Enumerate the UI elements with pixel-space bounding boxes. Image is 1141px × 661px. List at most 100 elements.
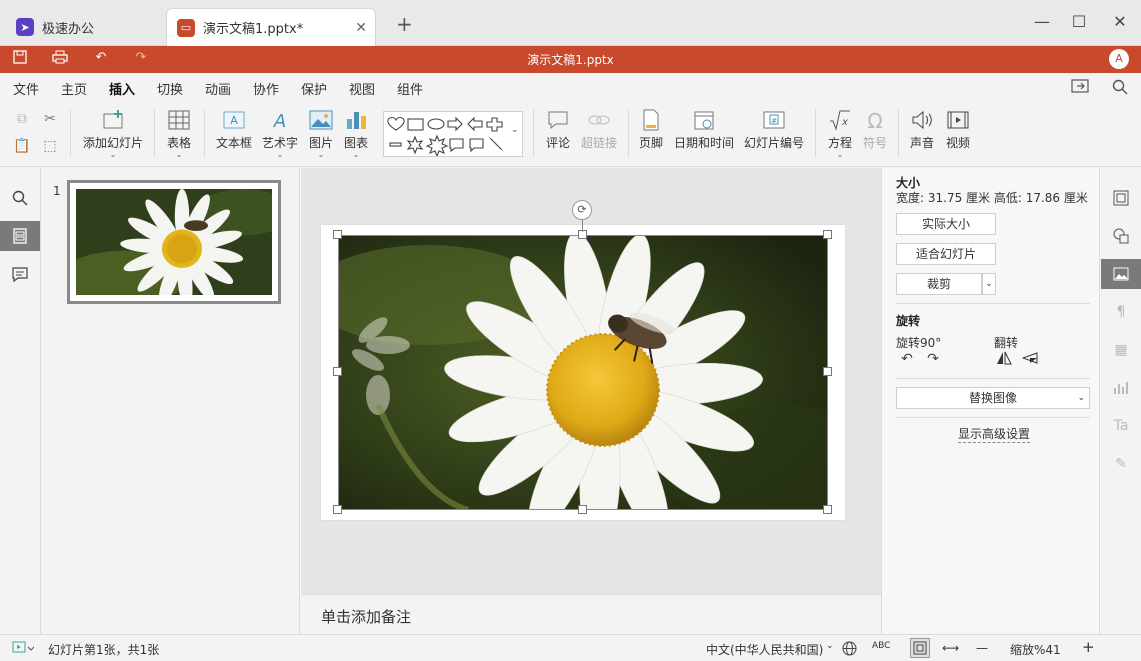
resize-handle-bl[interactable]: [333, 505, 342, 514]
zoom-in-button[interactable]: +: [1082, 638, 1095, 656]
resize-handle-r[interactable]: [823, 367, 832, 376]
footer-button[interactable]: 页脚: [636, 109, 666, 151]
wordart-button[interactable]: A 艺术字 ⌄: [260, 109, 300, 159]
menu-file[interactable]: 文件: [13, 79, 39, 98]
rotate-left-icon[interactable]: ↶: [897, 351, 917, 369]
table-icon: [168, 110, 190, 130]
fit-slide-button[interactable]: 适合幻灯片: [896, 243, 996, 265]
selection-box: [338, 235, 828, 510]
language-dropdown-icon[interactable]: ⌄: [826, 641, 834, 651]
select-icon[interactable]: ⬚: [40, 138, 60, 158]
replace-image-dropdown[interactable]: 替换图像 ⌄: [896, 387, 1090, 409]
flip-vertical-icon[interactable]: [1020, 351, 1040, 369]
menu-home[interactable]: 主页: [61, 79, 87, 98]
tab-home[interactable]: ➤ 极速办公: [6, 8, 164, 46]
slideshow-icon[interactable]: [12, 641, 35, 658]
textbox-button[interactable]: A 文本框: [214, 109, 254, 151]
actual-size-button[interactable]: 实际大小: [896, 213, 996, 235]
notes-pane[interactable]: 单击添加备注: [301, 594, 881, 634]
rotate-right-icon[interactable]: ↷: [923, 351, 943, 369]
footer-label: 页脚: [638, 136, 663, 150]
advanced-settings-link[interactable]: 显示高级设置: [958, 425, 1031, 443]
cut-icon[interactable]: ✂: [40, 111, 60, 131]
tab-document[interactable]: ▭ 演示文稿1.pptx* ✕: [166, 8, 376, 46]
menu-plugins[interactable]: 组件: [397, 79, 423, 98]
resize-handle-l[interactable]: [333, 367, 342, 376]
zoom-out-button[interactable]: —: [976, 641, 988, 655]
replace-image-label: 替换图像: [968, 391, 1017, 405]
tab-close-button[interactable]: ✕: [355, 20, 367, 36]
app-window: ➤ 极速办公 ▭ 演示文稿1.pptx* ✕ + — ☐ ✕ ↶ ↷ 演示文稿1…: [0, 0, 1141, 661]
copy-icon[interactable]: ⧉: [12, 111, 32, 131]
crop-dropdown-icon[interactable]: ⌄: [982, 273, 996, 295]
textbox-icon: A: [223, 111, 245, 129]
language-selector[interactable]: 中文(中华人民共和国): [706, 641, 823, 658]
nav-slides-icon[interactable]: [0, 221, 40, 251]
resize-handle-b[interactable]: [578, 505, 587, 514]
new-tab-button[interactable]: +: [396, 12, 413, 36]
menu-transitions[interactable]: 切换: [157, 79, 183, 98]
slide-thumbnail[interactable]: [67, 180, 281, 304]
globe-icon[interactable]: [842, 641, 857, 659]
tab-home-label: 极速办公: [42, 21, 95, 37]
hyperlink-button[interactable]: 超链接: [578, 109, 620, 151]
chart-button[interactable]: 图表 ⌄: [341, 109, 371, 159]
svg-text:Ω: Ω: [867, 109, 882, 131]
resize-handle-tr[interactable]: [823, 230, 832, 239]
signature-settings-icon[interactable]: ✎: [1101, 449, 1141, 479]
video-button[interactable]: 视频: [943, 109, 973, 151]
close-window-button[interactable]: ✕: [1108, 12, 1132, 31]
picture-button[interactable]: 图片 ⌄: [306, 109, 336, 159]
rotate-handle-icon[interactable]: ⟳: [572, 200, 592, 220]
minimize-button[interactable]: —: [1030, 12, 1054, 31]
resize-handle-br[interactable]: [823, 505, 832, 514]
table-settings-icon[interactable]: ▦: [1101, 335, 1141, 365]
symbol-label: 符号: [862, 136, 887, 150]
image-settings-icon[interactable]: [1101, 259, 1141, 289]
table-label: 表格: [166, 136, 191, 150]
symbol-button[interactable]: Ω 符号: [860, 109, 890, 151]
shapes-dropdown-icon[interactable]: ⌄: [511, 125, 519, 135]
tab-document-label: 演示文稿1.pptx*: [203, 22, 304, 37]
resize-handle-tl[interactable]: [333, 230, 342, 239]
rocket-icon: ➤: [16, 18, 34, 36]
slide-info: 幻灯片第1张，共1张: [48, 643, 160, 657]
slide-number-icon: #: [763, 111, 785, 129]
menu-insert[interactable]: 插入: [109, 79, 136, 103]
flip-horizontal-icon[interactable]: [994, 351, 1014, 369]
menu-collaborate[interactable]: 协作: [253, 79, 279, 98]
notes-placeholder: 单击添加备注: [321, 608, 412, 626]
slide-number-button[interactable]: # 幻灯片编号: [743, 109, 805, 151]
chart-settings-icon[interactable]: [1101, 373, 1141, 403]
avatar[interactable]: A: [1109, 49, 1129, 69]
date-time-button[interactable]: 日期和时间: [673, 109, 735, 151]
open-location-icon[interactable]: [1071, 79, 1089, 97]
menu-protect[interactable]: 保护: [301, 79, 327, 98]
nav-search-icon[interactable]: [0, 183, 40, 213]
nav-comments-icon[interactable]: [0, 259, 40, 289]
text-art-settings-icon[interactable]: Ta: [1101, 411, 1141, 441]
spellcheck-icon[interactable]: ABC: [872, 641, 890, 651]
fit-width-icon[interactable]: ⟷: [942, 641, 959, 655]
shapes-gallery[interactable]: [383, 111, 523, 157]
menu-view[interactable]: 视图: [349, 79, 375, 98]
footer-icon: [643, 109, 659, 131]
fit-slide-icon[interactable]: [910, 638, 930, 658]
add-slide-button[interactable]: 添加幻灯片 ⌄: [82, 109, 144, 159]
comment-button[interactable]: 评论: [543, 109, 573, 151]
shape-settings-icon[interactable]: [1101, 221, 1141, 251]
crop-button[interactable]: 裁剪: [896, 273, 982, 295]
equation-button[interactable]: x 方程 ⌄: [825, 109, 855, 159]
presentation-icon: ▭: [177, 18, 195, 37]
maximize-button[interactable]: ☐: [1067, 12, 1091, 31]
wordart-icon: A: [273, 111, 286, 131]
audio-button[interactable]: 声音: [907, 109, 937, 151]
table-button[interactable]: 表格 ⌄: [164, 109, 194, 159]
menu-animations[interactable]: 动画: [205, 79, 231, 98]
slide-settings-icon[interactable]: [1101, 183, 1141, 213]
svg-text:x: x: [841, 117, 848, 128]
paragraph-settings-icon[interactable]: ¶: [1101, 297, 1141, 327]
add-slide-label: 添加幻灯片: [82, 136, 143, 150]
search-icon[interactable]: [1112, 79, 1128, 99]
paste-icon[interactable]: 📋: [12, 138, 32, 158]
